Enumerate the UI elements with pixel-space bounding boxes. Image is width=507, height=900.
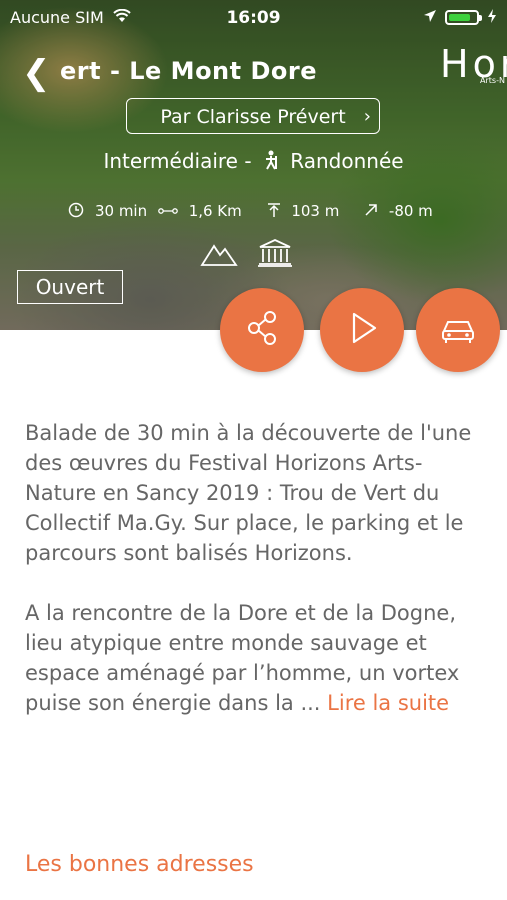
share-icon	[243, 309, 281, 351]
difficulty-label: Intermédiaire -	[103, 149, 252, 173]
location-arrow-icon	[423, 8, 437, 27]
chevron-right-icon: ›	[363, 106, 371, 127]
navigation-bar: ❮ ert - Le Mont Dore Hor Arts-N	[0, 42, 507, 96]
description-paragraph-continued: A la rencontre de la Dore et de la Dogne…	[25, 598, 485, 718]
battery-fill	[449, 14, 470, 21]
play-button[interactable]	[320, 288, 404, 372]
duration-value: 30 min	[94, 202, 148, 220]
status-icons	[423, 8, 497, 27]
theme-icons	[200, 238, 294, 272]
mountain-icon	[200, 238, 238, 272]
share-button[interactable]	[220, 288, 304, 372]
back-chevron-icon[interactable]: ❮	[22, 54, 51, 92]
clock-icon	[68, 202, 89, 220]
description-paragraph: Balade de 30 min à la découverte de l'un…	[25, 421, 472, 565]
distance-icon	[158, 202, 183, 220]
car-directions-button[interactable]	[416, 288, 500, 372]
elevation-loss-icon	[364, 202, 383, 220]
battery-icon	[445, 10, 482, 25]
author-button[interactable]: Par Clarisse Prévert ›	[126, 98, 380, 134]
car-icon	[439, 309, 477, 351]
status-badge: Ouvert	[17, 270, 123, 304]
distance-value: 1,6 Km	[188, 202, 242, 220]
author-label: Par Clarisse Prévert	[160, 106, 346, 128]
play-icon	[343, 309, 381, 351]
read-more-link[interactable]: Lire la suite	[327, 691, 449, 715]
activity-label: Randonnée	[290, 149, 404, 173]
brand-logo-subtitle: Arts-N	[480, 76, 505, 85]
description: Balade de 30 min à la découverte de l'un…	[25, 418, 485, 748]
page-title: ert - Le Mont Dore	[60, 57, 317, 85]
trail-meta: Intermédiaire - Randonnée	[0, 149, 507, 173]
monument-icon	[256, 238, 294, 272]
charging-icon	[487, 8, 497, 27]
trail-stats: 30 min 1,6 Km 103 m -80 m	[0, 202, 507, 220]
elevation-gain-value: 103 m	[291, 202, 340, 220]
status-bar: Aucune SIM 16:09	[0, 0, 507, 36]
hiker-icon	[262, 149, 286, 173]
elevation-gain-icon	[267, 202, 286, 220]
good-addresses-link[interactable]: Les bonnes adresses	[25, 852, 254, 877]
elevation-loss-value: -80 m	[388, 202, 433, 220]
